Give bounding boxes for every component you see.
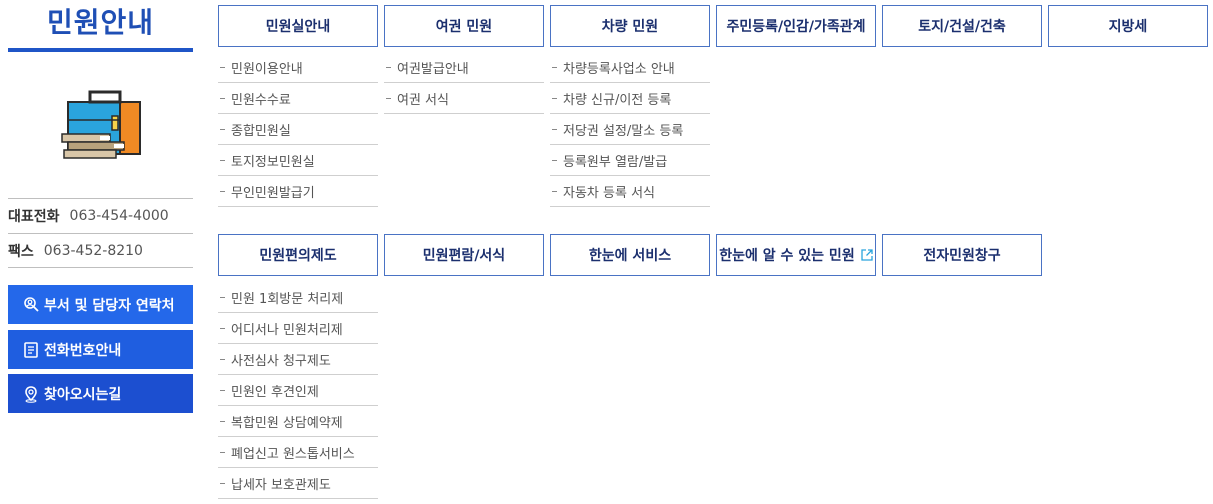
list-item[interactable]: 토지정보민원실 [218, 145, 378, 176]
fax-number: 063-452-8210 [43, 242, 143, 259]
submenu-passport: 여권발급안내 여권 서식 [384, 52, 544, 114]
menu-label: 여권 민원 [435, 19, 493, 35]
list-item[interactable]: 저당권 설정/말소 등록 [550, 114, 710, 145]
list-item[interactable]: 종합민원실 [218, 114, 378, 145]
menu-local-tax[interactable]: 지방세 [1048, 5, 1208, 47]
list-item[interactable]: 어디서나 민원처리제 [218, 313, 378, 344]
phone-directory-label: 전화번호안내 [44, 342, 122, 359]
list-item[interactable]: 납세자 보호관제도 [218, 468, 378, 499]
list-item[interactable]: 여권발급안내 [384, 52, 544, 83]
fax-label: 팩스 [8, 243, 34, 260]
submenu-civil-office-guide: 민원이용안내 민원수수료 종합민원실 토지정보민원실 무인민원발급기 [218, 52, 378, 207]
list-item[interactable]: 무인민원발급기 [218, 176, 378, 207]
directions-label: 찾아오시는길 [44, 386, 122, 403]
menu-vehicle[interactable]: 차량 민원 [550, 5, 710, 47]
department-contacts-button[interactable]: 부서 및 담당자 연락처 [8, 285, 193, 324]
list-item[interactable]: 등록원부 열람/발급 [550, 145, 710, 176]
menu-label: 민원편의제도 [259, 248, 337, 264]
phone-label: 대표전화 [8, 209, 60, 225]
menu-e-civil-window[interactable]: 전자민원창구 [882, 234, 1042, 276]
list-item[interactable]: 차량등록사업소 안내 [550, 52, 710, 83]
external-link-icon [861, 249, 873, 261]
list-item[interactable]: 민원이용안내 [218, 52, 378, 83]
menu-resident-registration[interactable]: 주민등록/인감/가족관계 [716, 5, 876, 47]
list-item[interactable]: 폐업신고 원스톱서비스 [218, 437, 378, 468]
menu-civil-office-guide[interactable]: 민원실안내 [218, 5, 378, 47]
phone-directory-button[interactable]: 전화번호안내 [8, 330, 193, 369]
menu-handbook-forms[interactable]: 민원편람/서식 [384, 234, 544, 276]
sidebar-title-bar: 민원안내 [8, 0, 193, 52]
list-item[interactable]: 민원수수료 [218, 83, 378, 114]
menu-label: 한눈에 서비스 [588, 248, 672, 264]
menu-label: 지방세 [1108, 19, 1148, 35]
menu-land-construction[interactable]: 토지/건설/건축 [882, 5, 1042, 47]
menu-label: 한눈에 알 수 있는 민원 [719, 248, 855, 264]
briefcase-illustration [8, 52, 193, 198]
page-title: 민원안내 [46, 6, 155, 39]
menu-label: 민원편람/서식 [422, 248, 506, 264]
directions-button[interactable]: 찾아오시는길 [8, 374, 193, 413]
menu-label: 민원실안내 [265, 19, 331, 35]
list-item[interactable]: 자동차 등록 서식 [550, 176, 710, 207]
menu-label: 주민등록/인감/가족관계 [726, 19, 866, 35]
phone-row: 대표전화 063-454-4000 [8, 198, 193, 233]
menu-at-a-glance-service[interactable]: 한눈에 서비스 [550, 234, 710, 276]
menu-passport[interactable]: 여권 민원 [384, 5, 544, 47]
menu-at-a-glance-civil[interactable]: 한눈에 알 수 있는 민원 [716, 234, 876, 276]
sidebar: 민원안내 대표전화 063-454-4000 팩스 063-452-8210 부… [8, 0, 193, 504]
menu-civil-convenience[interactable]: 민원편의제도 [218, 234, 378, 276]
location-pin-icon [22, 385, 40, 403]
list-item[interactable]: 여권 서식 [384, 83, 544, 114]
menu-label: 전자민원창구 [923, 248, 1001, 264]
submenu-civil-convenience: 민원 1회방문 처리제 어디서나 민원처리제 사전심사 청구제도 민원인 후견인… [218, 282, 378, 499]
phone-number: 063-454-4000 [69, 208, 169, 224]
list-item[interactable]: 사전심사 청구제도 [218, 344, 378, 375]
document-icon [22, 341, 40, 359]
menu-label: 토지/건설/건축 [918, 19, 1006, 35]
list-item[interactable]: 차량 신규/이전 등록 [550, 83, 710, 114]
department-contacts-label: 부서 및 담당자 연락처 [44, 297, 175, 314]
list-item[interactable]: 복합민원 상담예약제 [218, 406, 378, 437]
submenu-vehicle: 차량등록사업소 안내 차량 신규/이전 등록 저당권 설정/말소 등록 등록원부… [550, 52, 710, 207]
list-item[interactable]: 민원 1회방문 처리제 [218, 282, 378, 313]
list-item[interactable]: 민원인 후견인제 [218, 375, 378, 406]
fax-row: 팩스 063-452-8210 [8, 233, 193, 268]
person-search-icon [22, 296, 40, 314]
menu-label: 차량 민원 [601, 19, 659, 35]
